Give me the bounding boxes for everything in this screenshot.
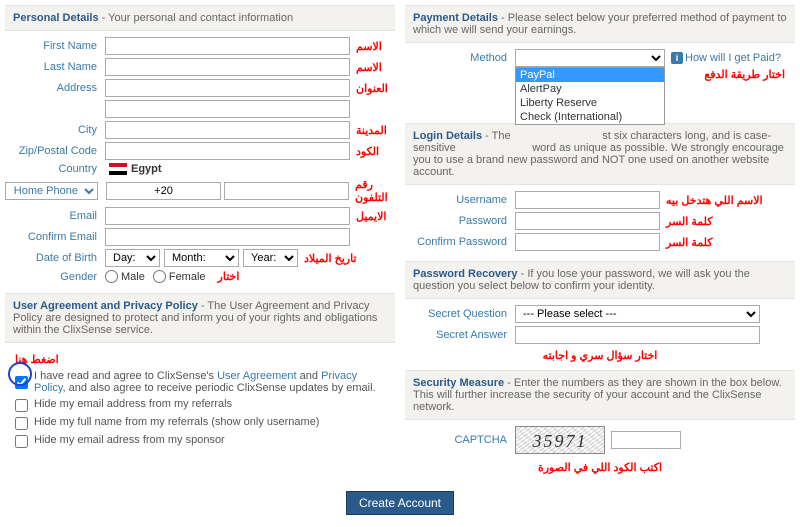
gender-label: Gender	[5, 271, 105, 283]
info-icon: i	[671, 52, 683, 64]
city-label: City	[5, 124, 105, 136]
method-option-liberty[interactable]: Liberty Reserve	[516, 96, 664, 110]
confirm-password-label: Confirm Password	[405, 236, 515, 248]
hide-name-ref-checkbox[interactable]	[15, 417, 28, 430]
payment-header: Payment Details - Please select below yo…	[405, 5, 795, 43]
phone-cc-input[interactable]	[106, 182, 221, 200]
personal-details-header: Personal Details - Your personal and con…	[5, 5, 395, 31]
country-value: Egypt	[105, 163, 162, 175]
agreement-header: User Agreement and Privacy Policy - The …	[5, 293, 395, 343]
username-input[interactable]	[515, 191, 660, 209]
hide-email-ref-checkbox[interactable]	[15, 399, 28, 412]
captcha-label: CAPTCHA	[405, 434, 515, 446]
address-input-2[interactable]	[105, 100, 350, 118]
hide-email-sponsor-checkbox[interactable]	[15, 435, 28, 448]
hide-email-sponsor-label: Hide my email adress from my sponsor	[34, 434, 225, 448]
note-lastname: الاسم	[350, 61, 382, 74]
captcha-input[interactable]	[611, 431, 681, 449]
security-header: Security Measure - Enter the numbers as …	[405, 370, 795, 420]
note-gender: اختار	[212, 270, 240, 283]
note-dob: تاريخ الميلاد	[298, 252, 357, 265]
dob-month-select[interactable]: Month:	[164, 249, 239, 267]
password-input[interactable]	[515, 212, 660, 230]
how-paid-link[interactable]: iHow will I get Paid?	[671, 52, 781, 64]
city-input[interactable]	[105, 121, 350, 139]
confirm-email-label: Confirm Email	[5, 231, 105, 243]
secret-answer-input[interactable]	[515, 326, 760, 344]
login-header: Login Details - The st six characters lo…	[405, 123, 795, 185]
note-zip: الكود	[350, 145, 379, 158]
note-confirm-password: كلمة السر	[660, 236, 712, 249]
gender-male-radio[interactable]	[105, 270, 118, 283]
method-dropdown-list[interactable]: PayPal AlertPay Liberty Reserve Check (I…	[515, 67, 665, 125]
zip-input[interactable]	[105, 142, 350, 160]
method-option-paypal[interactable]: PayPal	[516, 68, 664, 82]
dob-label: Date of Birth	[5, 252, 105, 264]
captcha-image: 35971	[515, 426, 605, 454]
country-label: Country	[5, 163, 105, 175]
last-name-input[interactable]	[105, 58, 350, 76]
note-address: العنوان	[350, 82, 388, 95]
create-account-button[interactable]: Create Account	[346, 491, 454, 515]
note-password: كلمة السر	[660, 215, 712, 228]
secret-question-select[interactable]: --- Please select ---	[515, 305, 760, 323]
note-username: الاسم اللي هتدخل بيه	[660, 194, 763, 207]
method-option-alertpay[interactable]: AlertPay	[516, 82, 664, 96]
confirm-email-input[interactable]	[105, 228, 350, 246]
note-email: الايميل	[350, 210, 386, 223]
first-name-input[interactable]	[105, 37, 350, 55]
agree-text: I have read and agree to ClixSense's Use…	[34, 370, 385, 394]
user-agreement-link[interactable]: User Agreement	[217, 370, 296, 382]
method-label: Method	[405, 52, 515, 64]
address-label: Address	[5, 82, 105, 94]
username-label: Username	[405, 194, 515, 206]
note-phone: رقم التلفون	[349, 178, 395, 204]
address-input-1[interactable]	[105, 79, 350, 97]
email-input[interactable]	[105, 207, 350, 225]
note-captcha: اكتب الكود اللي في الصورة	[405, 457, 795, 474]
method-option-check[interactable]: Check (International)	[516, 110, 664, 124]
gender-female-radio[interactable]	[153, 270, 166, 283]
note-recovery: اختار سؤال سري و اجابته	[405, 347, 795, 362]
last-name-label: Last Name	[5, 61, 105, 73]
egypt-flag-icon	[109, 163, 127, 175]
zip-label: Zip/Postal Code	[5, 145, 105, 157]
recovery-header: Password Recovery - If you lose your pas…	[405, 261, 795, 299]
secret-answer-label: Secret Answer	[405, 329, 515, 341]
note-firstname: الاسم	[350, 40, 382, 53]
note-press-here: اضغط هنا	[15, 353, 385, 368]
dob-year-select[interactable]: Year:	[243, 249, 298, 267]
hide-name-ref-label: Hide my full name from my referrals (sho…	[34, 416, 319, 430]
email-label: Email	[5, 210, 105, 222]
method-select[interactable]	[515, 49, 665, 67]
confirm-password-input[interactable]	[515, 233, 660, 251]
phone-number-input[interactable]	[224, 182, 349, 200]
note-city: المدينة	[350, 124, 387, 137]
hide-email-ref-label: Hide my email address from my referrals	[34, 398, 232, 412]
secret-question-label: Secret Question	[405, 308, 515, 320]
dob-day-select[interactable]: Day:	[105, 249, 160, 267]
first-name-label: First Name	[5, 40, 105, 52]
phone-type-select[interactable]: Home Phone	[5, 182, 98, 200]
password-label: Password	[405, 215, 515, 227]
highlight-circle	[8, 362, 32, 386]
